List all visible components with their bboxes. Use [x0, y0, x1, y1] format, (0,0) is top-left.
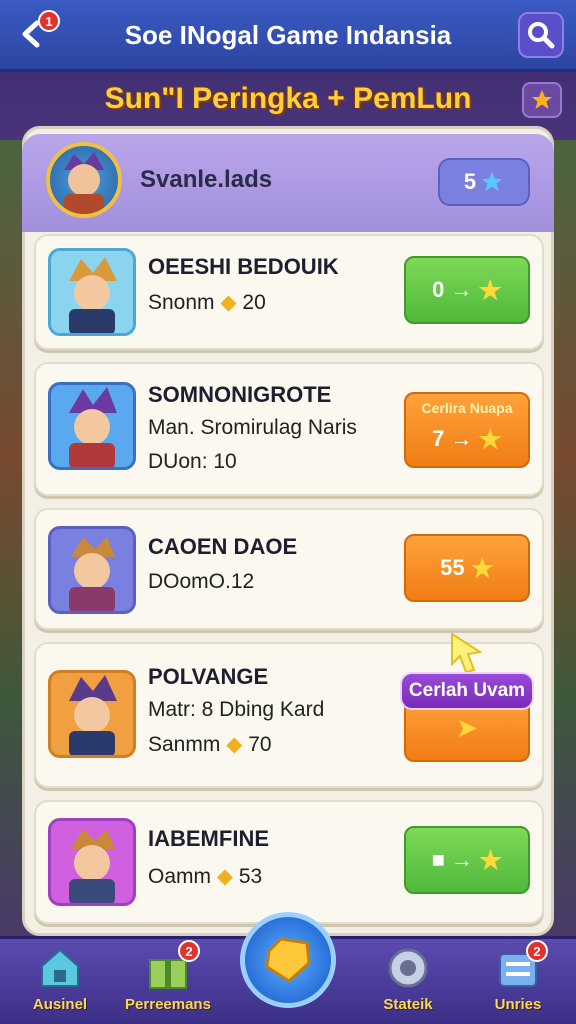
current-player-score-button[interactable]: 5 — [438, 158, 530, 206]
notification-badge: 2 — [526, 940, 548, 962]
back-button[interactable]: 1 — [12, 10, 60, 54]
player-avatar — [48, 818, 136, 906]
nav-item-settings[interactable]: Stateik — [358, 946, 458, 1013]
player-stat: DOomO.12 — [148, 570, 255, 593]
challenge-button[interactable]: ■ → ★ — [404, 826, 530, 894]
star-icon: ★ — [470, 552, 494, 583]
player-avatar — [48, 670, 136, 758]
notification-badge: 1 — [38, 10, 60, 32]
app-title: Soe INogal Game Indansia — [124, 20, 452, 50]
current-player-avatar[interactable] — [46, 142, 122, 218]
player-name: CAOEN DAOE — [148, 534, 298, 559]
challenge-button[interactable]: 0 → ★ — [404, 256, 530, 324]
tooltip-button[interactable]: Cerlah Uvam — [400, 672, 534, 710]
gift-icon: ➤ — [456, 714, 478, 742]
top-bar: 1 Soe INogal Game Indansia — [0, 0, 576, 72]
player-stat: Sanmm ◆ 70 — [148, 733, 272, 756]
star-icon: ★ — [478, 423, 502, 454]
player-stat: Snonm ◆ 20 — [148, 291, 266, 314]
current-player-score: 5 — [463, 169, 477, 194]
player-avatar — [48, 382, 136, 470]
challenge-button[interactable]: Cerlira Nuapa 7 → ★ — [404, 392, 530, 468]
player-stat: Oamm ◆ 53 — [148, 865, 263, 888]
player-avatar — [48, 526, 136, 614]
nav-item-rewards[interactable]: 2 Perreemans — [118, 940, 218, 1013]
list-icon: 2 — [494, 940, 548, 990]
center-play-button[interactable] — [240, 912, 336, 1008]
gift-icon: 2 — [144, 940, 200, 990]
nav-item-list[interactable]: 2 Unries — [468, 940, 568, 1013]
hand-pointer-icon — [446, 630, 486, 674]
character-portrait — [64, 152, 104, 214]
player-name: IABEMFINE — [148, 826, 269, 851]
star-icon: ★ — [479, 844, 503, 875]
gear-icon — [384, 946, 432, 990]
list-item[interactable]: SOMNONIGROTE Man. Sromirulag Naris DUon:… — [34, 362, 544, 496]
player-match: Matr: 8 Dbing Kard — [148, 698, 325, 721]
list-item[interactable]: IABEMFINE Oamm ◆ 53 ■ → ★ — [34, 800, 544, 924]
notification-badge: 2 — [178, 940, 200, 962]
gem-icon — [265, 937, 311, 983]
gem-icon: ◆ — [216, 865, 233, 888]
list-item[interactable]: CAOEN DAOE DOomO.12 55 ★ — [34, 508, 544, 630]
player-name: OEESHI BEDOUIK — [148, 254, 339, 279]
gem-icon: ◆ — [226, 733, 243, 756]
page-title: Sun"I Peringka + PemLun — [104, 82, 472, 115]
search-button[interactable] — [518, 12, 564, 58]
list-item[interactable]: OEESHI BEDOUIK Snonm ◆ 20 0 → ★ — [34, 234, 544, 350]
gem-icon: ◆ — [220, 291, 237, 314]
player-stat: DUon: 10 — [148, 450, 237, 473]
player-name: POLVANGE — [148, 664, 269, 689]
player-match: Man. Sromirulag Naris — [148, 416, 357, 439]
current-player-name: Svanle.lads — [140, 166, 273, 193]
star-icon: ★ — [478, 274, 502, 305]
house-icon — [36, 946, 84, 990]
nav-item-home[interactable]: Ausinel — [10, 946, 110, 1013]
search-icon — [528, 22, 555, 49]
favorite-button[interactable] — [522, 82, 562, 118]
star-icon — [482, 172, 503, 191]
player-name: SOMNONIGROTE — [148, 382, 332, 407]
challenge-button[interactable]: 55 ★ — [404, 534, 530, 602]
player-avatar — [48, 248, 136, 336]
star-icon — [532, 90, 552, 109]
